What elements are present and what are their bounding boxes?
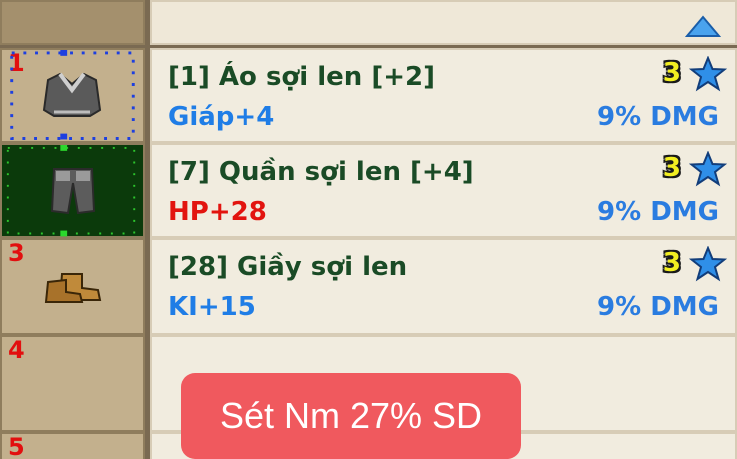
item-level: 3 [662,248,681,278]
item-name: [28] Giầy sợi len [168,252,408,282]
boots-icon [44,273,102,303]
item-level: 3 [662,153,681,183]
slot-number: 5 [8,433,25,459]
item-stat: KI+15 [168,292,256,322]
slot-number: 3 [8,239,25,267]
item-row-shirt[interactable]: [1] Áo sợi len [+2] Giáp+4 9% DMG 3 [150,48,737,143]
equipment-slot-3[interactable]: 3 [0,238,145,335]
shirt-icon [42,72,102,117]
item-name: [1] Áo sợi len [+2] [168,62,435,92]
pants-icon [50,168,96,215]
equipment-slot-5[interactable]: 5 [0,432,145,459]
toast-message: Sét Nm 27% SD [181,373,521,459]
item-bonus: 9% DMG [597,197,719,227]
slot-header [0,0,145,45]
item-row-pants[interactable]: [7] Quần sợi len [+4] HP+28 9% DMG 3 [150,143,737,238]
item-stat: HP+28 [168,197,267,227]
item-bonus: 9% DMG [597,102,719,132]
equipment-slot-1[interactable]: 1 [0,48,145,143]
scroll-up-icon[interactable] [685,14,721,38]
equipment-slot-4[interactable]: 4 [0,335,145,432]
slot-number: 4 [8,336,25,364]
star-icon [689,246,727,282]
star-icon [689,151,727,187]
item-bonus: 9% DMG [597,292,719,322]
item-name: [7] Quần sợi len [+4] [168,157,474,187]
list-header [150,0,737,45]
equipment-slot-2[interactable] [0,143,145,238]
star-icon [689,56,727,92]
item-row-boots[interactable]: [28] Giầy sợi len KI+15 9% DMG 3 [150,238,737,335]
item-stat: Giáp+4 [168,102,275,132]
item-level: 3 [662,58,681,88]
